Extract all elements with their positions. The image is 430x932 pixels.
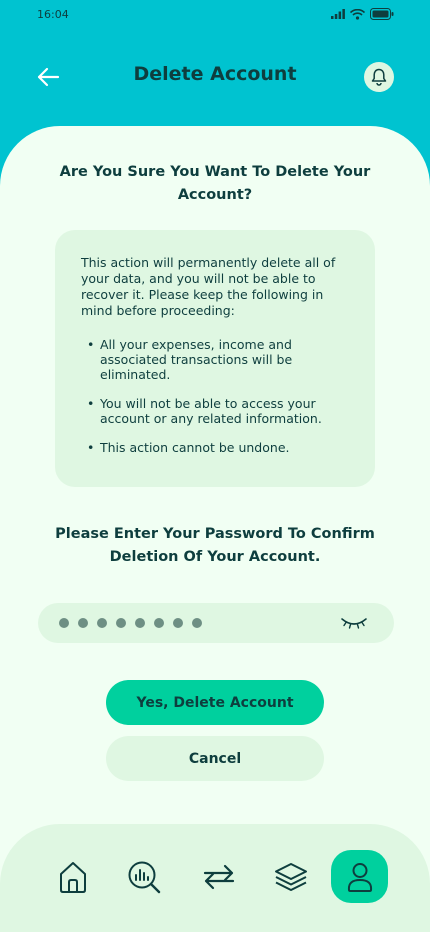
bell-icon: [371, 68, 387, 86]
info-item: • All your expenses, income and associat…: [81, 337, 349, 382]
password-dot: [97, 618, 107, 628]
bullet-icon: •: [87, 440, 95, 455]
info-item: • You will not be able to access your ac…: [81, 396, 349, 426]
bottom-nav: [0, 824, 430, 932]
confirm-prompt: Please Enter Your Password To Confirm De…: [55, 526, 375, 565]
wifi-icon: [350, 8, 365, 20]
password-mask: [59, 618, 202, 628]
password-dot: [78, 618, 88, 628]
info-item: • This action cannot be undone.: [81, 440, 349, 455]
analysis-icon: [128, 861, 160, 893]
cancel-button[interactable]: Cancel: [106, 736, 324, 781]
password-dot: [192, 618, 202, 628]
header: Delete Account: [0, 50, 430, 102]
eye-closed-icon[interactable]: [340, 614, 368, 632]
transfer-icon: [203, 864, 234, 889]
nav-profile[interactable]: [331, 850, 388, 903]
signal-icon: [331, 9, 345, 19]
nav-analysis[interactable]: [115, 850, 172, 903]
password-dot: [135, 618, 145, 628]
delete-question: Are You Sure You Want To Delete Your Acc…: [59, 164, 371, 203]
bullet-icon: •: [87, 396, 95, 411]
status-icons: [331, 8, 394, 20]
delete-account-button[interactable]: Yes, Delete Account: [106, 680, 324, 725]
profile-icon: [347, 862, 372, 892]
status-time: 16:04: [37, 8, 69, 21]
info-card: This action will permanently delete all …: [55, 230, 375, 487]
notification-button[interactable]: [364, 62, 394, 92]
info-item-text: This action cannot be undone.: [100, 440, 290, 455]
bullet-icon: •: [87, 337, 95, 352]
battery-icon: [370, 8, 394, 20]
content-sheet: Are You Sure You Want To Delete Your Acc…: [0, 126, 430, 932]
status-bar: 16:04: [0, 0, 430, 30]
layers-icon: [274, 862, 307, 891]
info-intro: This action will permanently delete all …: [81, 255, 336, 318]
home-icon: [59, 861, 86, 893]
nav-categories[interactable]: [262, 850, 319, 903]
info-item-text: All your expenses, income and associated…: [100, 337, 293, 382]
info-list: • All your expenses, income and associat…: [81, 337, 349, 455]
password-dot: [173, 618, 183, 628]
nav-transactions[interactable]: [190, 850, 247, 903]
password-dot: [154, 618, 164, 628]
info-item-text: You will not be able to access your acco…: [100, 396, 322, 426]
nav-home[interactable]: [44, 850, 101, 903]
password-dot: [59, 618, 69, 628]
password-dot: [116, 618, 126, 628]
password-input[interactable]: [38, 603, 394, 643]
